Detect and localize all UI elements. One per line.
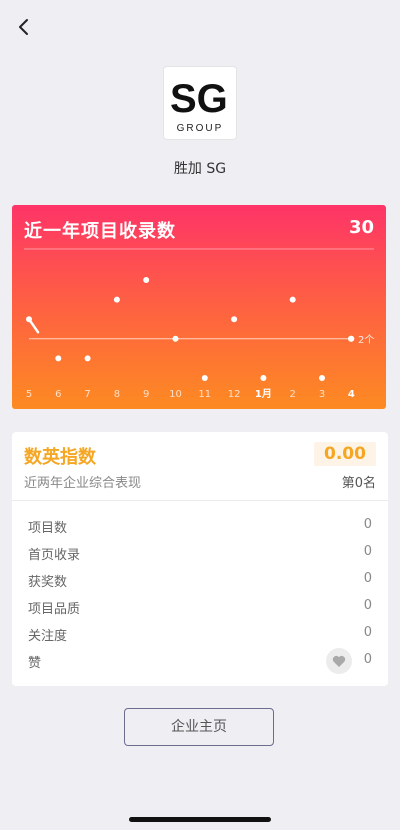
chevron-left-icon (19, 19, 28, 35)
metric-row-awards: 获奖数 0 (28, 571, 372, 591)
home-indicator (129, 817, 271, 822)
divider (12, 500, 388, 501)
metric-label: 获奖数 (28, 575, 68, 590)
heart-icon (332, 655, 346, 667)
data-point (55, 355, 62, 362)
data-point (231, 316, 238, 323)
data-point (172, 335, 179, 342)
data-point (26, 316, 32, 323)
index-score: 0.00 (314, 442, 376, 466)
index-subtitle: 近两年企业综合表现 (24, 476, 142, 491)
company-logo: SG GROUP (164, 67, 236, 139)
company-name: 胜加 SG (173, 161, 227, 177)
metric-row-quality: 项目品质 0 (28, 598, 372, 618)
metric-label: 项目数 (28, 521, 68, 536)
data-point (113, 296, 120, 303)
x-tick-label: 3 (319, 389, 325, 400)
metric-value: 0 (363, 652, 372, 667)
data-point (84, 355, 91, 362)
index-rank: 第0名 (341, 476, 376, 491)
chart-title: 近一年项目收录数 (24, 221, 176, 242)
metric-row-projects: 项目数 0 (28, 517, 372, 537)
company-homepage-button[interactable]: 企业主页 (124, 708, 274, 746)
chart-total: 30 (348, 217, 374, 238)
metric-label: 赞 (28, 656, 42, 671)
reference-point (348, 335, 354, 342)
index-title: 数英指数 (24, 447, 96, 468)
x-tick-label: 6 (55, 389, 61, 400)
x-tick-label: 1月 (255, 388, 272, 400)
data-point (260, 375, 267, 381)
metric-label: 关注度 (28, 629, 68, 644)
metric-label: 首页收录 (28, 548, 81, 563)
data-point (201, 375, 208, 381)
metric-value: 0 (363, 571, 372, 586)
x-tick-label: 12 (228, 389, 241, 400)
x-tick-label: 11 (198, 389, 211, 400)
metric-value: 0 (363, 517, 372, 532)
logo-subtext: GROUP (177, 123, 224, 134)
logo-s: SG (170, 77, 228, 121)
like-button[interactable] (326, 648, 352, 674)
shuying-index-card: 数英指数 近两年企业综合表现 0.00 第0名 项目数 0 首页收录 0 获奖数… (12, 432, 388, 686)
projects-chart-card: 2个 5 6 7 8 9 10 11 12 1月 2 3 4 近一年项目收录数 30 (12, 205, 386, 409)
x-tick-label: 2 (290, 389, 296, 400)
data-point (143, 277, 150, 283)
x-tick-label: 10 (169, 389, 182, 400)
metric-value: 0 (363, 625, 372, 640)
metric-value: 0 (363, 544, 372, 559)
x-tick-label: 5 (26, 389, 32, 400)
metric-label: 项目品质 (28, 602, 81, 617)
data-point (319, 375, 325, 381)
metric-row-homepage: 首页收录 0 (28, 544, 372, 564)
metric-value: 0 (363, 598, 372, 613)
metric-row-likes: 赞 0 (28, 648, 372, 674)
back-button[interactable] (14, 14, 34, 40)
metric-row-attention: 关注度 0 (28, 625, 372, 645)
x-tick-label: 8 (114, 389, 120, 400)
x-tick-label: 7 (84, 389, 90, 400)
x-tick-label: 9 (143, 389, 149, 400)
reference-line-label: 2个 (358, 334, 374, 346)
data-point (289, 296, 296, 303)
x-tick-label: 4 (348, 389, 355, 400)
